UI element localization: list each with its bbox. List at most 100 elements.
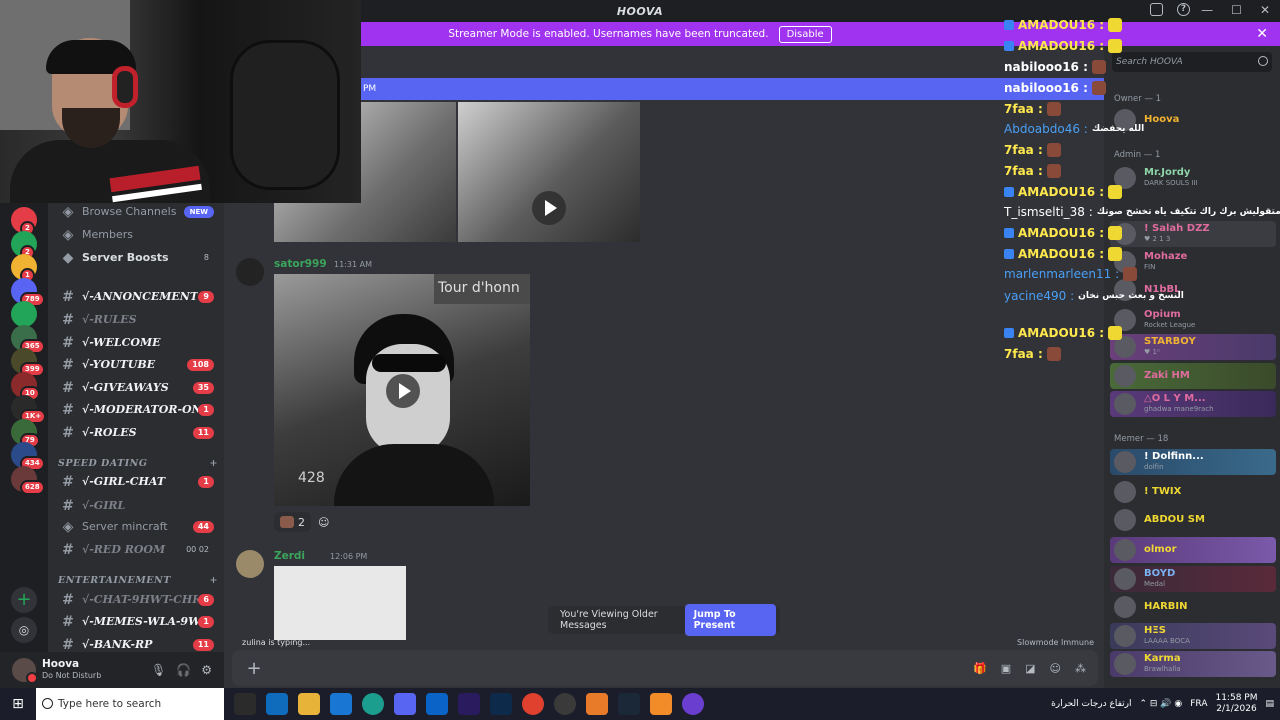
app-icon[interactable] [650, 693, 672, 715]
member-item[interactable]: HΞS LAAAA BOCA [1110, 623, 1276, 649]
channel-item[interactable]: # √-CHAT-9HWT-CHR...6 [52, 589, 220, 610]
notifications-icon[interactable]: ▤ [1265, 699, 1274, 709]
add-reaction-icon[interactable]: ☺ [312, 512, 335, 532]
avatar[interactable] [236, 550, 264, 578]
member-item[interactable]: ABDOU SM [1110, 507, 1276, 533]
edge-icon[interactable] [362, 693, 384, 715]
chrome-icon[interactable] [522, 693, 544, 715]
member-item[interactable]: STARBOY ♥ 1ᵒ [1110, 334, 1276, 360]
tray-icons[interactable]: ⌃ ⊟ 🔊 ◉ [1140, 699, 1183, 709]
channel-item[interactable]: # √-ROLES 11 [52, 422, 220, 443]
maximize-icon[interactable]: ☐ [1231, 3, 1242, 17]
channel-item[interactable]: # √-RED ROOM 00 02 [52, 539, 220, 560]
hash-icon: # [62, 591, 74, 608]
disable-button[interactable]: Disable [778, 25, 832, 43]
channel-item[interactable]: # √-WELCOME [52, 332, 220, 353]
language[interactable]: FRA [1190, 699, 1207, 709]
channel-label: √-RULES [82, 313, 137, 326]
image-attachment[interactable] [274, 566, 406, 640]
member-item[interactable]: Opium Rocket League [1110, 307, 1276, 333]
steam-icon[interactable] [618, 693, 640, 715]
member-item[interactable]: Mr.Jordy DARK SOULS III [1110, 165, 1276, 191]
message-author[interactable]: Zerdi [274, 550, 305, 562]
channel-item[interactable]: # √-MEMES-WLA-9W... 1 [52, 611, 220, 632]
attach-plus-icon[interactable]: + [242, 658, 266, 679]
explore-icon[interactable]: ◎ [11, 617, 37, 643]
message-author[interactable]: sator999 [274, 258, 327, 270]
weather-text[interactable]: ارتفاع درجات الحرارة [1051, 699, 1131, 709]
member-item[interactable]: Zaki HM [1110, 363, 1276, 389]
discord-icon[interactable] [394, 693, 416, 715]
category-entertainement[interactable]: ENTERTAINEMENT + [58, 575, 218, 586]
explorer-icon[interactable] [298, 693, 320, 715]
channel-item[interactable]: # √-RULES [52, 309, 220, 330]
channel-item[interactable]: ◆ Server Boosts 8 [52, 247, 220, 268]
channel-item[interactable]: # √-GIRL-CHAT 1 [52, 471, 220, 492]
emoji-picker-icon[interactable]: ☺ [1050, 662, 1061, 675]
badge-icon [1004, 249, 1014, 259]
channel-item[interactable]: # √-GIRL [52, 495, 220, 516]
inbox-icon[interactable] [1150, 3, 1163, 16]
headset-icon[interactable]: 🎧 [176, 663, 191, 677]
play-icon[interactable] [532, 191, 566, 225]
minimize-icon[interactable]: — [1201, 3, 1213, 17]
channel-item[interactable]: # √-YOUTUBE 108 [52, 354, 220, 375]
channel-item[interactable]: ◈ Browse Channels NEW [52, 203, 220, 222]
server-icon[interactable] [11, 301, 37, 327]
member-item[interactable]: BOYD Medal [1110, 566, 1276, 592]
obs-icon[interactable] [554, 693, 576, 715]
message-composer[interactable]: + 🎁 ▣ ◪ ☺ ⁂ [232, 650, 1098, 686]
close-banner-icon[interactable]: ✕ [1256, 26, 1268, 42]
message-time: 11:31 AM [334, 260, 372, 269]
avatar[interactable] [236, 258, 264, 286]
member-item[interactable]: olmor [1110, 537, 1276, 563]
taskbar-search[interactable]: Type here to search [36, 688, 224, 720]
member-item[interactable]: ! Dolfinn... dolfin [1110, 449, 1276, 475]
premiere-icon[interactable] [458, 693, 480, 715]
add-server-icon[interactable]: + [11, 587, 37, 613]
category-speed-dating[interactable]: SPEED DATING + [58, 458, 218, 469]
fl-studio-icon[interactable] [586, 693, 608, 715]
microphone-icon[interactable]: 🎙 [151, 663, 166, 677]
sticker-icon[interactable]: ◪ [1025, 662, 1035, 675]
settings-gear-icon[interactable]: ⚙ [201, 663, 212, 677]
outlook-icon[interactable] [426, 693, 448, 715]
overlay-chat-line: 7faa : [1004, 344, 1061, 364]
apps-icon[interactable]: ⁂ [1075, 662, 1086, 675]
avatar [1114, 509, 1136, 531]
photoshop-icon[interactable] [490, 693, 512, 715]
emote-icon [1091, 60, 1106, 74]
member-item[interactable]: ! Salah DZZ ♥ 2 1 3 [1110, 221, 1276, 247]
help-icon[interactable]: ? [1177, 3, 1190, 16]
channel-item[interactable]: ◈ Members [52, 224, 220, 245]
close-window-icon[interactable]: ✕ [1260, 3, 1270, 17]
windows-icon[interactable] [330, 693, 352, 715]
clock[interactable]: 11:58 PM 2/1/2026 [1215, 693, 1257, 715]
play-icon[interactable] [386, 374, 420, 408]
emote-icon [1108, 226, 1123, 240]
store-icon[interactable] [266, 693, 288, 715]
search-input[interactable]: Search HOOVA [1112, 52, 1272, 72]
emote-icon [1046, 143, 1061, 157]
gif-icon[interactable]: ▣ [1001, 662, 1011, 675]
avatar[interactable] [12, 658, 38, 684]
group-admin: Admin — 1 [1114, 150, 1161, 160]
member-item[interactable]: △O L Y M... ghadwa mane9rach [1110, 391, 1276, 417]
member-item[interactable]: HARBIN [1110, 594, 1276, 620]
member-item[interactable]: ! TWIX [1110, 479, 1276, 505]
reaction[interactable]: 2 [274, 512, 311, 532]
channel-item[interactable]: # √-BANK-RP 11 [52, 634, 220, 652]
gift-icon[interactable]: 🎁 [973, 662, 987, 675]
start-icon[interactable]: ⊞ [0, 696, 36, 712]
channel-item[interactable]: # √-MODERATOR-ON...1 [52, 399, 220, 420]
channel-item[interactable]: ◈ Server mincraft 44 [52, 516, 220, 537]
video-attachment[interactable] [458, 102, 640, 242]
video-attachment[interactable]: Tour d'honn 428 [274, 274, 530, 506]
channel-item[interactable]: # √-ANNONCEMENTS...9 [52, 286, 220, 307]
hash-icon: # [62, 497, 74, 514]
channel-item[interactable]: # √-GIVEAWAYS 35 [52, 377, 220, 398]
member-item[interactable]: Karma Brawlhalla [1110, 651, 1276, 677]
task-view-icon[interactable] [234, 693, 256, 715]
app-icon[interactable] [682, 693, 704, 715]
jump-to-present-button[interactable]: Jump To Present [684, 604, 776, 636]
